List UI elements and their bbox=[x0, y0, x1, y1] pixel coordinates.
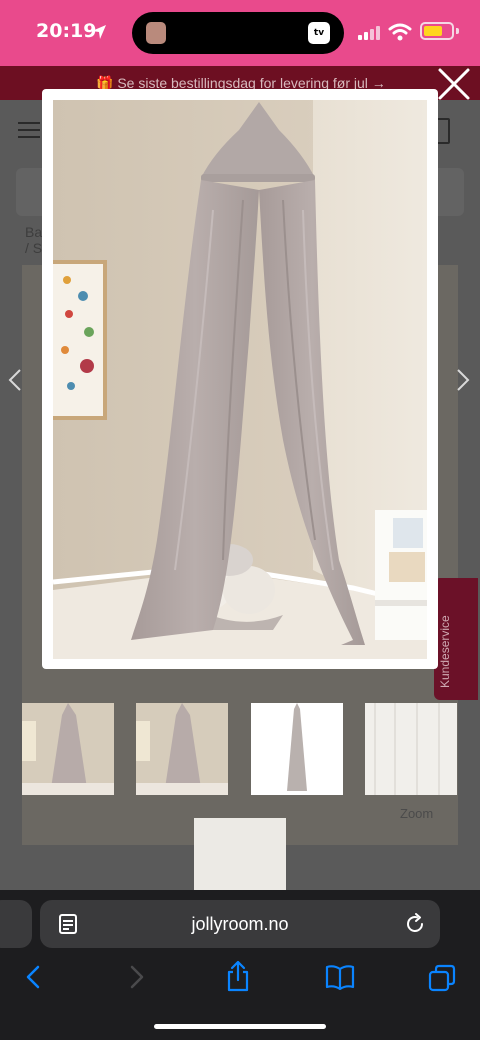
battery-level bbox=[424, 26, 442, 36]
status-time: 20:19 bbox=[36, 20, 97, 42]
location-arrow-icon bbox=[92, 25, 106, 39]
close-icon[interactable] bbox=[432, 62, 476, 106]
customer-service-tab[interactable]: Kundeservice bbox=[434, 578, 478, 700]
battery-cap bbox=[456, 28, 459, 34]
wifi-icon bbox=[388, 23, 412, 41]
url-text[interactable]: jollyroom.no bbox=[40, 914, 440, 935]
apple-tv-icon: tv bbox=[308, 22, 330, 44]
thumbnail-5[interactable] bbox=[194, 818, 286, 890]
battery-icon bbox=[420, 22, 454, 40]
tabs-icon[interactable] bbox=[428, 964, 456, 992]
breadcrumb: Ba / S bbox=[25, 224, 42, 256]
address-bar[interactable]: jollyroom.no bbox=[40, 900, 440, 948]
bookmarks-icon[interactable] bbox=[325, 964, 355, 990]
breadcrumb-line-2: / S bbox=[25, 240, 43, 256]
alphabet-poster bbox=[53, 260, 107, 420]
menu-icon bbox=[18, 122, 40, 143]
home-indicator bbox=[154, 1024, 326, 1029]
share-icon[interactable] bbox=[224, 960, 252, 992]
thumbnail-4[interactable] bbox=[365, 703, 457, 795]
safari-bottom-bar: jollyroom.no bbox=[0, 890, 480, 1040]
bookshelf bbox=[375, 510, 427, 640]
thumbnail-3[interactable] bbox=[251, 703, 343, 795]
back-icon[interactable] bbox=[22, 964, 44, 990]
image-lightbox bbox=[42, 89, 438, 669]
dynamic-island: tv bbox=[132, 12, 344, 54]
thumbnail-2[interactable] bbox=[136, 703, 228, 795]
product-image bbox=[53, 100, 427, 659]
next-image-icon[interactable] bbox=[454, 368, 472, 392]
zoom-label: Zoom bbox=[400, 806, 434, 821]
now-playing-avatar bbox=[146, 22, 166, 44]
status-bar: 20:19 tv bbox=[0, 0, 480, 66]
previous-image-icon[interactable] bbox=[6, 368, 24, 392]
customer-service-label: Kundeservice bbox=[438, 615, 452, 688]
previous-tab-preview[interactable] bbox=[0, 900, 32, 948]
thumbnail-strip bbox=[22, 703, 462, 795]
forward-icon[interactable] bbox=[126, 964, 148, 990]
reload-icon[interactable] bbox=[404, 913, 426, 935]
breadcrumb-line-1: Ba bbox=[25, 224, 43, 240]
thumbnail-1[interactable] bbox=[22, 703, 114, 795]
signal-icon bbox=[358, 26, 380, 40]
